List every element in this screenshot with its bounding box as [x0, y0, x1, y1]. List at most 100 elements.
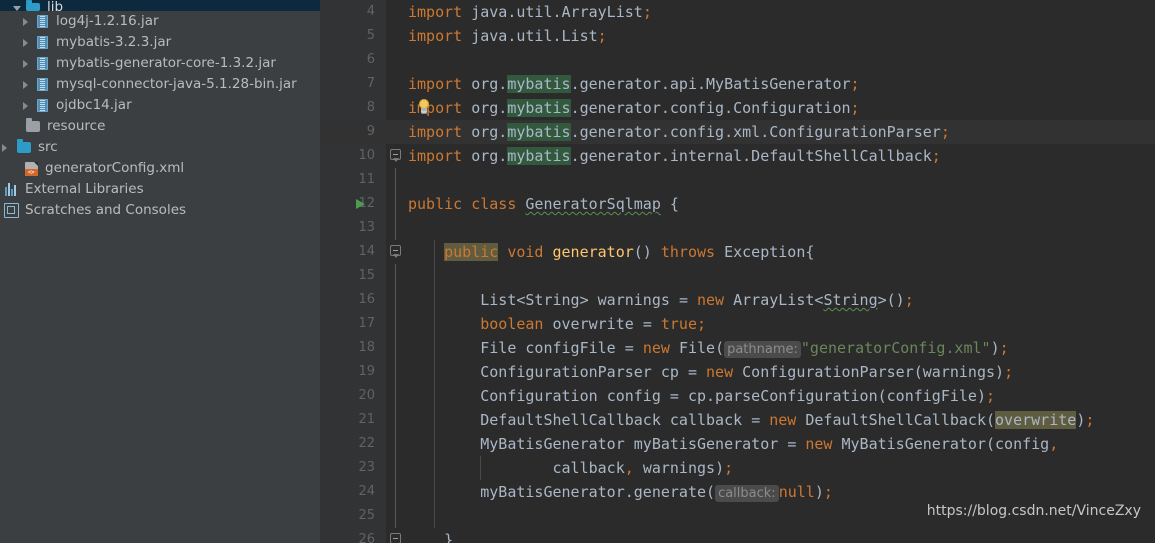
tree-item-lib[interactable]: lib	[0, 0, 320, 14]
tree-item-mybatis-generator-core-jar[interactable]: mybatis-generator-core-1.3.2.jar	[0, 53, 320, 74]
line-number: 13	[320, 216, 385, 240]
code-line[interactable]: 23 callback, warnings);	[320, 456, 1155, 480]
line-number: 9	[320, 120, 385, 144]
fold-region-line	[395, 312, 396, 336]
code-line[interactable]: 21 DefaultShellCallback callback = new D…	[320, 408, 1155, 432]
code-line[interactable]: 20 Configuration config = cp.parseConfig…	[320, 384, 1155, 408]
folder-grey-icon	[24, 118, 42, 132]
code-line[interactable]: 19 ConfigurationParser cp = new Configur…	[320, 360, 1155, 384]
code-text: import org.mybatis.generator.internal.De…	[408, 147, 941, 165]
code-lines[interactable]: 4 import java.util.ArrayList; 5 import j…	[320, 0, 1155, 543]
fold-region-line	[395, 504, 396, 528]
code-text: import org.mybatis.generator.api.MyBatis…	[408, 75, 860, 93]
tree-item-label: External Libraries	[25, 181, 144, 197]
tree-item-label: ojdbc14.jar	[56, 97, 132, 113]
tree-item-generator-config-xml[interactable]: generatorConfig.xml	[0, 158, 320, 179]
code-line[interactable]: 5 import java.util.List;	[320, 24, 1155, 48]
jar-icon	[33, 57, 51, 70]
expand-arrow-icon[interactable]	[18, 80, 33, 89]
code-line[interactable]: 13	[320, 216, 1155, 240]
fold-marker-icon[interactable]	[390, 245, 401, 258]
line-number: 4	[320, 0, 385, 24]
fold-marker-icon[interactable]	[390, 533, 401, 543]
tree-item-ojdbc14-jar[interactable]: ojdbc14.jar	[0, 95, 320, 116]
fold-region-line	[395, 480, 396, 504]
code-line[interactable]: 12 public class GeneratorSqlmap {	[320, 192, 1155, 216]
folder-blue-icon	[15, 139, 33, 153]
code-text: MyBatisGenerator myBatisGenerator = new …	[480, 435, 1059, 453]
jar-icon	[33, 36, 51, 49]
line-number: 23	[320, 456, 385, 480]
code-line[interactable]: 11	[320, 168, 1155, 192]
code-line[interactable]: 24 myBatisGenerator.generate(callback: nu…	[320, 480, 1155, 504]
tree-item-log4j-jar[interactable]: log4j-1.2.16.jar	[0, 11, 320, 32]
code-line[interactable]: 17 boolean overwrite = true;	[320, 312, 1155, 336]
code-line[interactable]: 26 }	[320, 528, 1155, 543]
line-number: 10	[320, 144, 385, 168]
line-number: 14	[320, 240, 385, 264]
code-text: List<String> warnings = new ArrayList<St…	[480, 291, 914, 309]
expand-arrow-icon[interactable]	[18, 59, 33, 68]
code-line[interactable]: 7 import org.mybatis.generator.api.MyBat…	[320, 72, 1155, 96]
usage-highlight: mybatis	[507, 123, 571, 141]
code-text: import java.util.List;	[408, 27, 607, 45]
tree-item-label: mybatis-generator-core-1.3.2.jar	[56, 55, 276, 71]
line-number: 22	[320, 432, 385, 456]
line-number: 5	[320, 24, 385, 48]
tree-item-mysql-connector-jar[interactable]: mysql-connector-java-5.1.28-bin.jar	[0, 74, 320, 95]
intention-lightbulb-icon[interactable]	[417, 99, 431, 116]
tree-item-label: src	[38, 139, 58, 155]
fold-region-line	[395, 336, 396, 360]
line-number: 25	[320, 504, 385, 528]
watermark-text: https://blog.csdn.net/VinceZxy	[926, 503, 1141, 519]
line-number: 20	[320, 384, 385, 408]
line-number: 16	[320, 288, 385, 312]
indent-guide	[434, 504, 435, 528]
expand-arrow-icon[interactable]	[18, 38, 33, 47]
fold-region-line	[395, 192, 396, 216]
fold-region-line	[395, 408, 396, 432]
code-text: }	[444, 531, 454, 543]
fold-region-line	[395, 216, 396, 240]
code-line[interactable]: 6	[320, 48, 1155, 72]
run-class-icon[interactable]	[356, 199, 365, 209]
code-line[interactable]: 8 import org.mybatis.generator.config.Co…	[320, 96, 1155, 120]
code-line[interactable]: 22 MyBatisGenerator myBatisGenerator = n…	[320, 432, 1155, 456]
expand-arrow-icon[interactable]	[0, 143, 12, 152]
tree-item-resource[interactable]: resource	[0, 116, 320, 137]
code-line[interactable]: 14 public void generator() throws Except…	[320, 240, 1155, 264]
line-number: 26	[320, 528, 385, 543]
folder-blue-icon	[24, 0, 42, 11]
expand-arrow-icon[interactable]	[18, 101, 33, 110]
line-number: 6	[320, 48, 385, 72]
line-number: 8	[320, 96, 385, 120]
code-line[interactable]: 10 import org.mybatis.generator.internal…	[320, 144, 1155, 168]
tree-item-label: generatorConfig.xml	[45, 160, 185, 176]
external-libraries-icon	[2, 183, 20, 196]
tree-item-label: mysql-connector-java-5.1.28-bin.jar	[56, 76, 297, 92]
tree-item-label: Scratches and Consoles	[25, 202, 187, 218]
line-number: 7	[320, 72, 385, 96]
code-text: public class GeneratorSqlmap {	[408, 195, 679, 213]
code-line[interactable]: 4 import java.util.ArrayList;	[320, 0, 1155, 24]
project-tree-panel[interactable]: lib log4j-1.2.16.jar mybatis-3.2.3.jar m…	[0, 0, 320, 543]
xml-file-icon	[22, 161, 40, 176]
code-text: import org.mybatis.generator.config.Conf…	[408, 99, 860, 117]
tree-item-scratches-and-consoles[interactable]: Scratches and Consoles	[0, 200, 320, 221]
code-editor[interactable]: 4 import java.util.ArrayList; 5 import j…	[320, 0, 1155, 543]
code-line[interactable]: 18 File configFile = new File(pathname: "…	[320, 336, 1155, 360]
code-text: boolean overwrite = true;	[480, 315, 707, 333]
tree-item-external-libraries[interactable]: External Libraries	[0, 179, 320, 200]
fold-marker-icon[interactable]	[390, 149, 401, 162]
tree-item-src[interactable]: src	[0, 137, 320, 158]
tree-item-label: log4j-1.2.16.jar	[56, 13, 159, 29]
code-text: import org.mybatis.generator.config.xml.…	[408, 123, 950, 141]
parameter-hint: pathname:	[724, 341, 801, 358]
code-line[interactable]: 9 import org.mybatis.generator.config.xm…	[320, 120, 1155, 144]
code-line[interactable]: 15	[320, 264, 1155, 288]
fold-region-line	[395, 264, 396, 288]
code-line[interactable]: 16 List<String> warnings = new ArrayList…	[320, 288, 1155, 312]
line-number: 24	[320, 480, 385, 504]
tree-item-mybatis-jar[interactable]: mybatis-3.2.3.jar	[0, 32, 320, 53]
expand-arrow-icon[interactable]	[18, 17, 33, 26]
